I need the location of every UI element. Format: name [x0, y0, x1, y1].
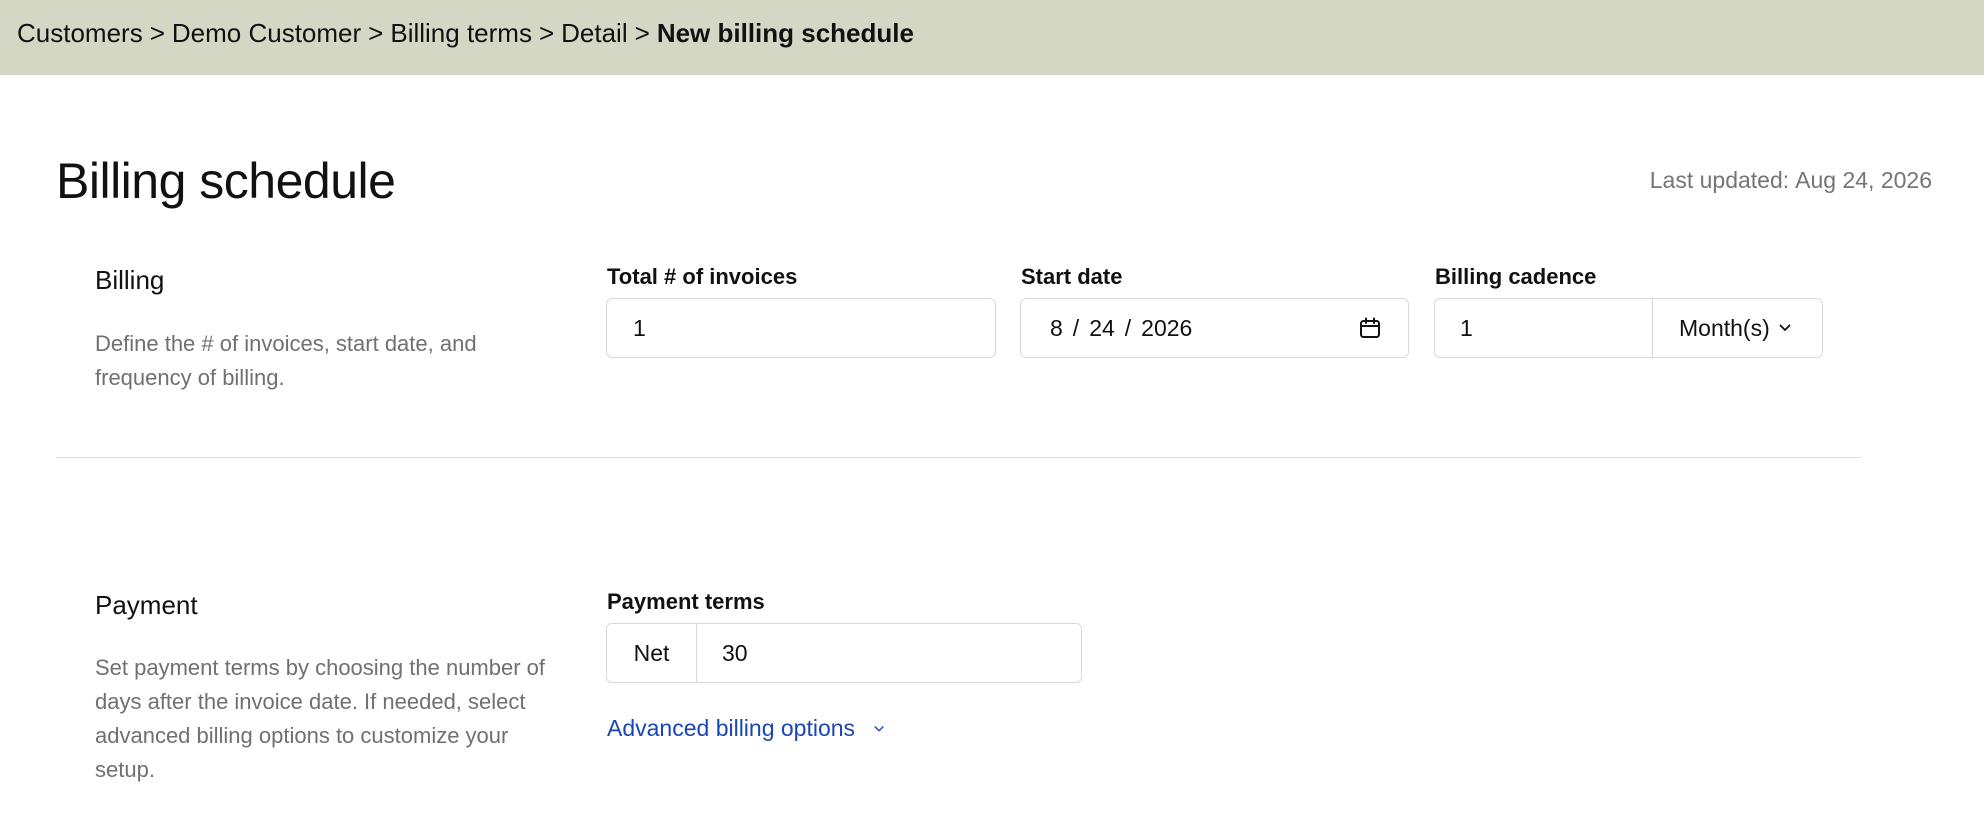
chevron-down-icon	[874, 725, 884, 731]
billing-cadence-label: Billing cadence	[1435, 264, 1597, 289]
payment-section-title: Payment	[95, 590, 198, 620]
breadcrumb-separator: >	[538, 18, 555, 48]
total-invoices-value: 1	[633, 314, 646, 341]
chevron-down-icon	[1779, 324, 1791, 331]
billing-cadence-input[interactable]: 1	[1435, 299, 1653, 357]
billing-section-description: Define the # of invoices, start date, an…	[95, 331, 477, 390]
date-separator: /	[1124, 314, 1132, 341]
start-date-value: 8 / 24 / 2026	[1021, 315, 1408, 342]
last-updated-value: Aug 24, 2026	[1795, 167, 1932, 193]
breadcrumb: Customers > Demo Customer > Billing terms > De…	[17, 18, 914, 49]
advanced-billing-options-link[interactable]: Advanced billing options	[607, 715, 885, 742]
breadcrumb-current: New billing schedule	[656, 18, 914, 48]
payment-terms-prefix: Net	[607, 624, 697, 682]
page-title: Billing schedule	[56, 153, 396, 209]
payment-terms-input[interactable]: 30	[697, 640, 1081, 667]
start-date-year[interactable]: 2026	[1141, 315, 1192, 342]
billing-cadence-unit: Month(s)	[1679, 314, 1770, 341]
billing-cadence-unit-select[interactable]: Month(s)	[1653, 299, 1822, 357]
payment-terms-label: Payment terms	[607, 589, 765, 614]
section-divider	[56, 457, 1861, 458]
date-separator: /	[1072, 314, 1080, 341]
billing-section-title: Billing	[95, 265, 165, 295]
billing-cadence-group: 1 Month(s)	[1434, 298, 1823, 358]
last-updated: Last updated: Aug 24, 2026	[1650, 167, 1938, 194]
breadcrumb-item-customers[interactable]: Customers	[17, 18, 143, 48]
start-date-month[interactable]: 8	[1050, 315, 1063, 342]
breadcrumb-separator: >	[634, 18, 650, 48]
advanced-billing-options-label: Advanced billing options	[607, 715, 856, 741]
payment-section-description: Set payment terms by choosing the number…	[95, 655, 546, 782]
breadcrumb-separator: >	[149, 18, 165, 48]
breadcrumb-item-billing-terms[interactable]: Billing terms	[390, 18, 532, 48]
breadcrumb-separator: >	[368, 18, 384, 48]
breadcrumb-item-detail[interactable]: Detail	[561, 18, 627, 48]
last-updated-label: Last updated:	[1649, 167, 1790, 193]
payment-terms-group: Net 30	[606, 623, 1082, 683]
breadcrumb-item-demo-customer[interactable]: Demo Customer	[172, 18, 361, 48]
total-invoices-label: Total # of invoices	[607, 264, 798, 289]
calendar-icon[interactable]	[1358, 316, 1382, 340]
start-date-day[interactable]: 24	[1089, 315, 1115, 342]
billing-cadence-value: 1	[1460, 314, 1473, 341]
total-invoices-input[interactable]: 1	[606, 298, 996, 358]
start-date-input[interactable]: 8 / 24 / 2026	[1020, 298, 1409, 358]
start-date-label: Start date	[1021, 264, 1123, 289]
top-bar: Customers > Demo Customer > Billing terms > De…	[0, 0, 1984, 75]
